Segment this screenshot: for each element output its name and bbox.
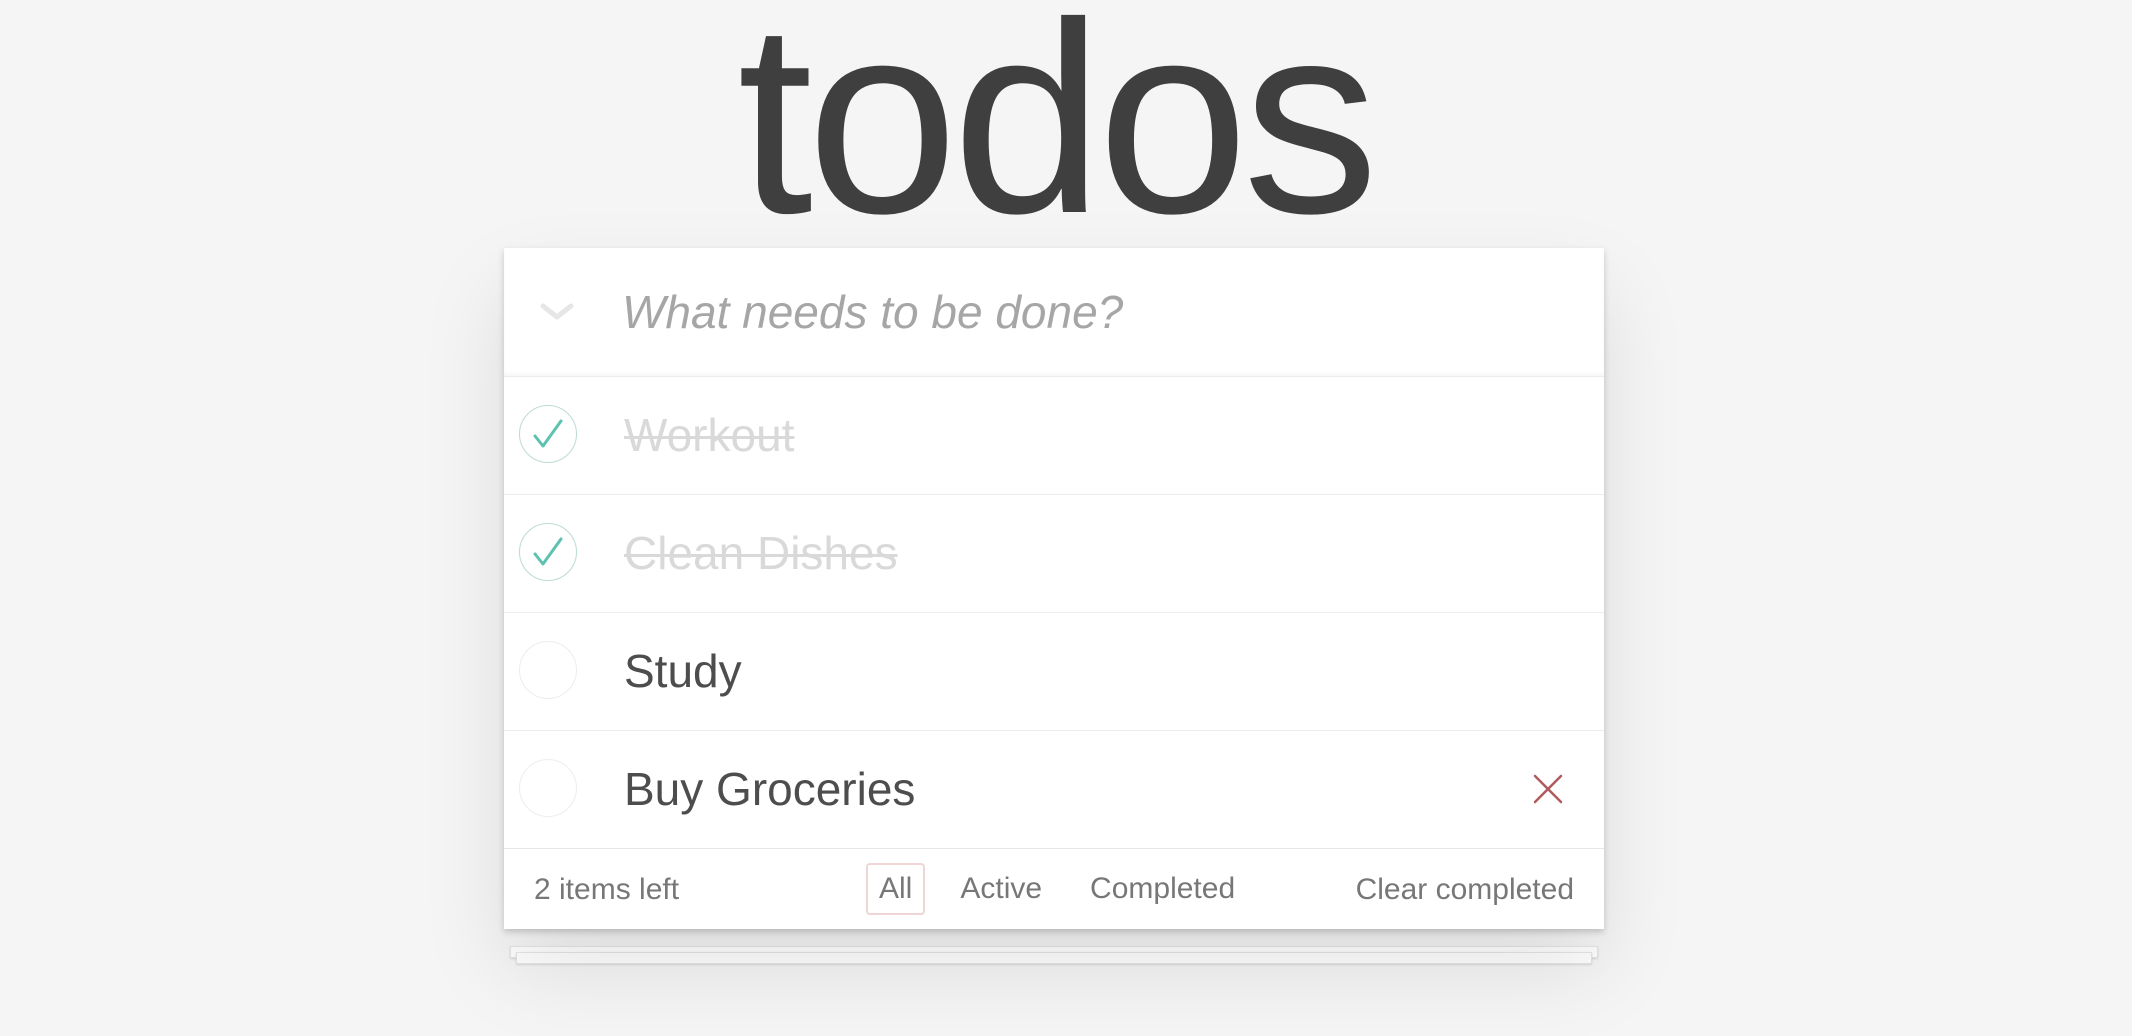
items-left-count: 2 items left <box>534 873 680 906</box>
todo-toggle-checkbox[interactable] <box>519 641 577 699</box>
filter-tab-item: Active <box>947 863 1055 915</box>
check-icon <box>533 419 563 448</box>
todo-item: Workout <box>504 377 1604 495</box>
filter-tab-item: Completed <box>1077 863 1248 915</box>
filter-completed[interactable]: Completed <box>1077 863 1248 915</box>
todo-stack: Workout Clean Dishes Study Buy Groceries <box>504 248 1604 964</box>
todo-item: Study <box>504 613 1604 731</box>
stack-edge-decoration <box>516 952 1592 964</box>
filter-tabs: All Active Completed <box>866 863 1248 915</box>
todo-label[interactable]: Study <box>624 643 742 699</box>
app-title: todos <box>737 0 1378 270</box>
todo-label[interactable]: Clean Dishes <box>624 525 898 581</box>
todo-item: Buy Groceries <box>504 731 1604 849</box>
todo-label[interactable]: Workout <box>624 407 794 463</box>
todo-toggle-checkbox[interactable] <box>519 405 577 463</box>
todo-list: Workout Clean Dishes Study Buy Groceries <box>504 377 1604 849</box>
filter-all[interactable]: All <box>866 863 926 915</box>
toggle-all-button[interactable] <box>532 284 582 340</box>
todo-toggle-checkbox[interactable] <box>519 759 577 817</box>
close-icon <box>1533 774 1563 804</box>
clear-completed-button[interactable]: Clear completed <box>1356 873 1574 907</box>
new-todo-input[interactable] <box>622 272 1562 352</box>
todo-label[interactable]: Buy Groceries <box>624 761 915 817</box>
todo-app: Workout Clean Dishes Study Buy Groceries <box>504 248 1604 929</box>
todo-header <box>504 248 1604 377</box>
chevron-down-icon <box>540 303 574 320</box>
todo-item: Clean Dishes <box>504 495 1604 613</box>
todo-footer: 2 items left All Active Completed Clear … <box>504 848 1604 929</box>
delete-todo-button[interactable] <box>1530 771 1566 807</box>
filter-tab-item: All <box>866 863 926 915</box>
todo-toggle-checkbox[interactable] <box>519 523 577 581</box>
check-icon <box>533 537 563 566</box>
filter-active[interactable]: Active <box>947 863 1055 915</box>
